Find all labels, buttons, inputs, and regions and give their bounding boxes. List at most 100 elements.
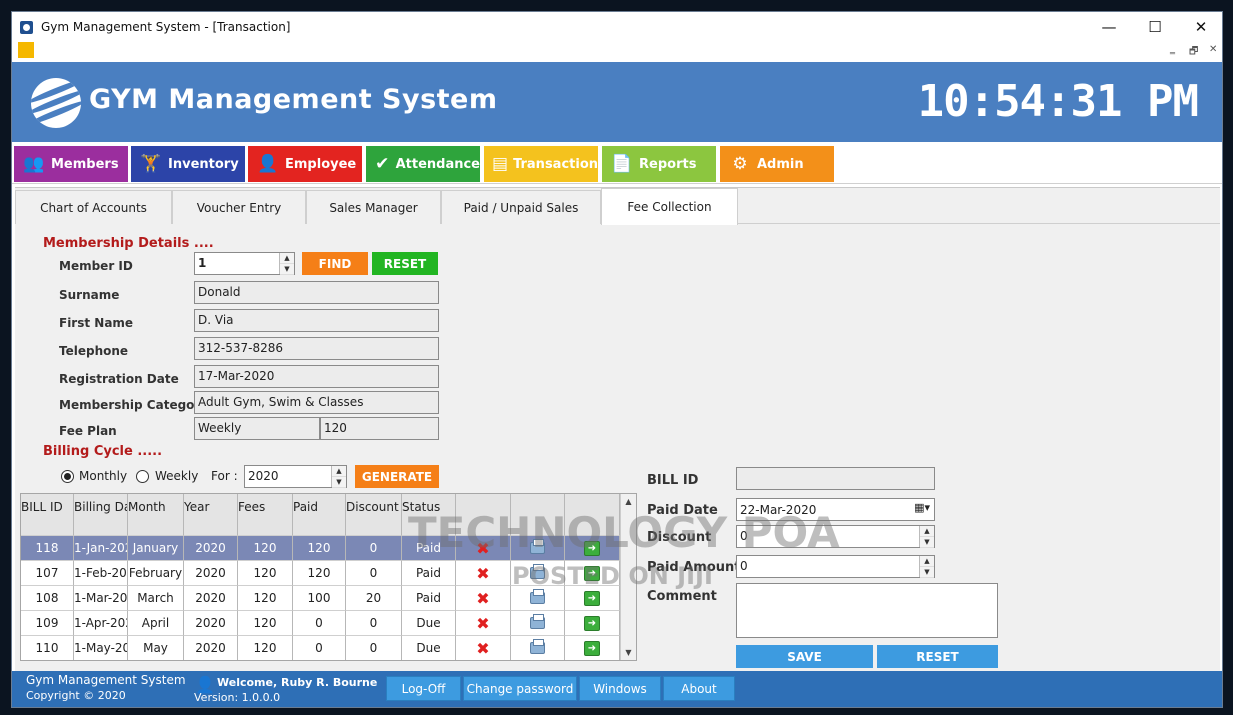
fee-amount-field[interactable]: 120 bbox=[320, 417, 439, 440]
bill-id-field[interactable] bbox=[736, 467, 935, 490]
maximize-button[interactable]: ☐ bbox=[1132, 12, 1178, 42]
col-header-month[interactable]: Month bbox=[128, 494, 184, 536]
col-header-billing-date[interactable]: Billing Date bbox=[74, 494, 128, 536]
mdi-restore-button[interactable]: 🗗 bbox=[1189, 44, 1198, 61]
nav-admin-button[interactable]: ⚙ Admin bbox=[720, 146, 834, 182]
tab-paid-unpaid-sales[interactable]: Paid / Unpaid Sales bbox=[441, 190, 601, 224]
nav-inventory-label: Inventory bbox=[168, 156, 239, 172]
tab-voucher-entry[interactable]: Voucher Entry bbox=[172, 190, 306, 224]
comment-textarea[interactable] bbox=[736, 583, 998, 638]
nav-reports-button[interactable]: 📄 Reports bbox=[602, 146, 716, 182]
paid-date-picker[interactable]: 22-Mar-2020 ▦▾ bbox=[736, 498, 935, 521]
nav-inventory-button[interactable]: 🏋 Inventory bbox=[131, 146, 245, 182]
cell-month: March bbox=[128, 586, 184, 611]
mdi-minimize-button[interactable]: ‗ bbox=[1170, 44, 1175, 55]
save-button[interactable]: SAVE bbox=[736, 645, 873, 668]
tab-sales-manager[interactable]: Sales Manager bbox=[306, 190, 441, 224]
nav-transaction-button[interactable]: ▤ Transaction bbox=[484, 146, 598, 182]
col-header-status[interactable]: Status bbox=[402, 494, 456, 536]
print-bill-icon[interactable] bbox=[511, 611, 565, 636]
delete-bill-icon[interactable]: ✖ bbox=[456, 561, 511, 586]
print-bill-icon[interactable] bbox=[511, 586, 565, 611]
cell-month: April bbox=[128, 611, 184, 636]
weekly-radio[interactable] bbox=[136, 470, 149, 483]
print-bill-icon[interactable] bbox=[511, 536, 565, 561]
col-header-paid[interactable]: Paid bbox=[293, 494, 346, 536]
windows-button[interactable]: Windows bbox=[579, 676, 661, 701]
tab-fee-collection[interactable]: Fee Collection bbox=[601, 188, 738, 225]
delete-bill-icon[interactable]: ✖ bbox=[456, 636, 511, 660]
nav-employee-button[interactable]: 👤 Employee bbox=[248, 146, 362, 182]
calendar-dropdown-icon[interactable]: ▦▾ bbox=[914, 501, 930, 514]
first-name-label: First Name bbox=[59, 316, 134, 330]
change-password-button[interactable]: Change password bbox=[463, 676, 577, 701]
membership-category-field[interactable]: Adult Gym, Swim & Classes bbox=[194, 391, 439, 414]
select-bill-arrow-icon[interactable]: ➜ bbox=[565, 636, 620, 660]
col-header-bill-id[interactable]: BILL ID bbox=[21, 494, 74, 536]
col-header-year[interactable]: Year bbox=[184, 494, 238, 536]
scroll-down-icon[interactable]: ▼ bbox=[625, 648, 631, 657]
users-icon: 👥 bbox=[23, 154, 45, 174]
bill-id-label: BILL ID bbox=[647, 473, 699, 488]
delete-bill-icon[interactable]: ✖ bbox=[456, 611, 511, 636]
select-bill-arrow-icon[interactable]: ➜ bbox=[565, 611, 620, 636]
select-bill-arrow-icon[interactable]: ➜ bbox=[565, 536, 620, 561]
select-bill-arrow-icon[interactable]: ➜ bbox=[565, 586, 620, 611]
member-id-label: Member ID bbox=[59, 259, 133, 273]
dumbbell-icon: 🏋 bbox=[140, 154, 162, 174]
table-row[interactable]: 1071-Feb-2020February20201201200Paid✖➜ bbox=[21, 561, 620, 586]
delete-bill-icon[interactable]: ✖ bbox=[456, 536, 511, 561]
col-header-delete[interactable] bbox=[456, 494, 511, 536]
reset-payment-button[interactable]: RESET bbox=[877, 645, 998, 668]
telephone-field[interactable]: 312-537-8286 bbox=[194, 337, 439, 360]
registration-date-field[interactable]: 17-Mar-2020 bbox=[194, 365, 439, 388]
print-bill-icon[interactable] bbox=[511, 636, 565, 660]
surname-field[interactable]: Donald bbox=[194, 281, 439, 304]
membership-category-label: Membership Category bbox=[59, 398, 209, 412]
surname-label: Surname bbox=[59, 288, 120, 302]
paid-amount-stepper[interactable]: ▲ ▼ bbox=[919, 556, 934, 578]
minimize-button[interactable]: — bbox=[1086, 12, 1132, 42]
reset-member-button[interactable]: RESET bbox=[372, 252, 438, 275]
member-id-stepper[interactable]: ▲ ▼ bbox=[279, 253, 294, 275]
fee-plan-field[interactable]: Weekly bbox=[194, 417, 320, 440]
year-input[interactable]: 2020 ▲ ▼ bbox=[244, 465, 347, 488]
select-bill-arrow-icon[interactable]: ➜ bbox=[565, 561, 620, 586]
member-id-value: 1 bbox=[198, 256, 207, 270]
close-button[interactable]: ✕ bbox=[1178, 12, 1224, 42]
col-header-discount[interactable]: Discount bbox=[346, 494, 402, 536]
table-row[interactable]: 1181-Jan-2020January20201201200Paid✖➜ bbox=[21, 536, 620, 561]
nav-attendance-button[interactable]: ✔ Attendance bbox=[366, 146, 480, 182]
nav-admin-label: Admin bbox=[757, 156, 804, 172]
table-row[interactable]: 1091-Apr-2020April202012000Due✖➜ bbox=[21, 611, 620, 636]
table-row[interactable]: 1081-Mar-2020March202012010020Paid✖ ➜ bbox=[21, 586, 620, 611]
table-row[interactable]: 1101-May-2020May202012000Due✖➜ bbox=[21, 636, 620, 660]
col-header-select[interactable] bbox=[565, 494, 620, 536]
scroll-up-icon[interactable]: ▲ bbox=[625, 497, 631, 506]
telephone-label: Telephone bbox=[59, 344, 129, 358]
first-name-field[interactable]: D. Via bbox=[194, 309, 439, 332]
bills-grid[interactable]: BILL ID Billing Date Month Year Fees Pai… bbox=[20, 493, 637, 661]
col-header-fees[interactable]: Fees bbox=[238, 494, 293, 536]
cell-bill-id: 107 bbox=[21, 561, 74, 586]
grid-scrollbar[interactable]: ▲ ▼ bbox=[620, 494, 636, 660]
transaction-icon: ▤ bbox=[492, 154, 509, 174]
comment-label: Comment bbox=[647, 589, 717, 604]
paid-amount-input[interactable]: 0 ▲ ▼ bbox=[736, 555, 935, 578]
find-button[interactable]: FIND bbox=[302, 252, 368, 275]
nav-members-button[interactable]: 👥 Members bbox=[14, 146, 128, 182]
print-bill-icon[interactable] bbox=[511, 561, 565, 586]
logoff-button[interactable]: Log-Off bbox=[386, 676, 461, 701]
year-stepper[interactable]: ▲ ▼ bbox=[331, 466, 346, 488]
tab-chart-of-accounts[interactable]: Chart of Accounts bbox=[15, 190, 172, 224]
member-id-input[interactable]: 1 ▲ ▼ bbox=[194, 252, 295, 275]
mdi-close-button[interactable]: ✕ bbox=[1209, 44, 1217, 55]
generate-button[interactable]: GENERATE bbox=[355, 465, 439, 488]
monthly-radio[interactable] bbox=[61, 470, 74, 483]
discount-input[interactable]: 0 ▲ ▼ bbox=[736, 525, 935, 548]
about-button[interactable]: About bbox=[663, 676, 735, 701]
col-header-print[interactable] bbox=[511, 494, 565, 536]
cell-month: January bbox=[128, 536, 184, 561]
delete-bill-icon[interactable]: ✖ bbox=[456, 586, 511, 611]
discount-stepper[interactable]: ▲ ▼ bbox=[919, 526, 934, 548]
